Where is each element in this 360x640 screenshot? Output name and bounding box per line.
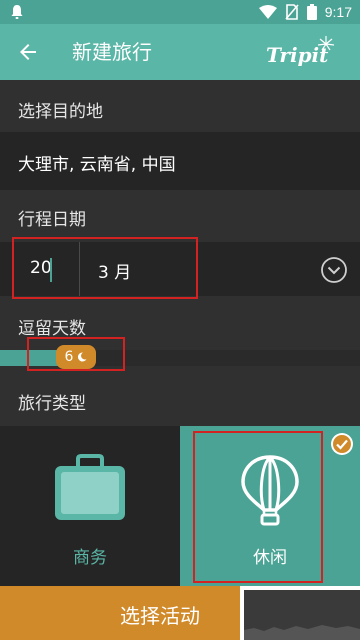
check-circle-icon — [331, 433, 353, 455]
destination-value[interactable]: 大理市, 云南省, 中国 — [18, 150, 176, 175]
chevron-down-circle-icon[interactable] — [320, 256, 348, 284]
status-time: 9:17 — [324, 4, 352, 20]
trip-type-business[interactable]: 商务 — [0, 426, 180, 586]
thumbnail-preview — [244, 590, 360, 640]
highlight-date-box — [12, 237, 198, 299]
no-sim-icon — [285, 4, 299, 20]
svg-text:Tripit: Tripit — [266, 43, 329, 67]
page-title: 新建旅行 — [72, 40, 152, 64]
select-activity-label: 选择活动 — [120, 604, 200, 628]
battery-icon — [306, 4, 317, 20]
stay-label: 逗留天数 — [18, 319, 86, 339]
highlight-stay-box — [27, 337, 125, 371]
highlight-leisure-box — [193, 431, 323, 583]
notification-bell-icon — [11, 5, 23, 19]
wifi-icon — [258, 5, 277, 19]
app-bar: 新建旅行 Tripit — [0, 24, 360, 80]
select-activity-button[interactable]: 选择活动 — [0, 586, 240, 640]
trip-type-business-label: 商务 — [73, 548, 107, 568]
arrow-left-icon[interactable] — [16, 40, 40, 64]
tripit-logo: Tripit — [266, 36, 335, 67]
destination-label: 选择目的地 — [18, 102, 103, 122]
briefcase-icon — [55, 454, 125, 520]
status-bar: 9:17 — [0, 0, 360, 24]
trip-date-label: 行程日期 — [18, 210, 86, 230]
thumbnail-image — [244, 590, 360, 640]
trip-type-label: 旅行类型 — [18, 394, 86, 414]
